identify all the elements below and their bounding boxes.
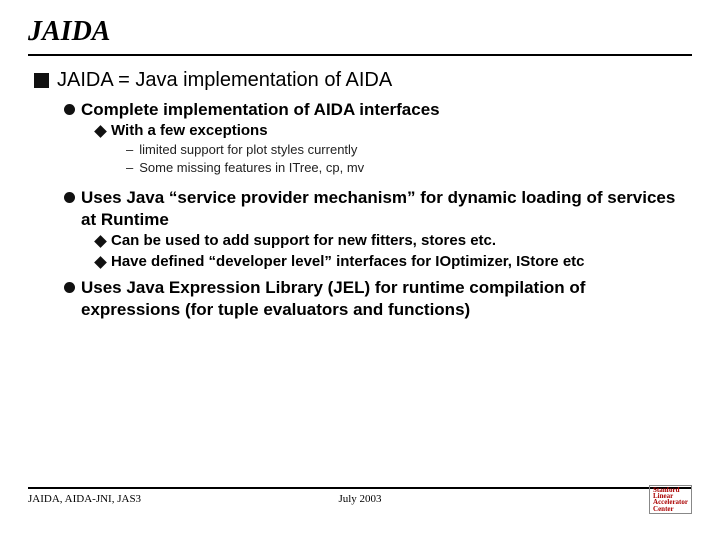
footer-row: JAIDA, AIDA-JNI, JAS3 July 2003 Stanford… [28, 493, 692, 522]
bullet-text: Can be used to add support for new fitte… [111, 232, 496, 251]
diamond-bullet-icon [94, 125, 107, 138]
bullet-level-2: Complete implementation of AIDA interfac… [64, 99, 688, 120]
dash-bullet-icon: – [126, 141, 133, 159]
disc-bullet-icon [64, 192, 75, 203]
diamond-bullet-icon [94, 256, 107, 269]
bullet-level-2: Uses Java “service provider mechanism” f… [64, 187, 688, 230]
bullet-level-3: With a few exceptions [96, 122, 688, 141]
bullet-text: limited support for plot styles currentl… [139, 141, 357, 159]
footer-center: July 2003 [28, 493, 692, 505]
slide-title: JAIDA [28, 14, 692, 54]
bullet-text: Complete implementation of AIDA interfac… [81, 99, 440, 120]
bullet-text: Uses Java “service provider mechanism” f… [81, 187, 688, 230]
diamond-bullet-icon [94, 235, 107, 248]
slide: JAIDA JAIDA = Java implementation of AID… [0, 0, 720, 540]
dash-bullet-icon: – [126, 159, 133, 177]
slac-logo: Stanford Linear Accelerator Center [649, 485, 692, 514]
disc-bullet-icon [64, 282, 75, 293]
footer-rule [28, 487, 692, 489]
bullet-level-4: – limited support for plot styles curren… [126, 141, 688, 159]
square-bullet-icon [34, 73, 49, 88]
bullet-level-4: – Some missing features in ITree, cp, mv [126, 159, 688, 177]
bullet-level-3: Have defined “developer level” interface… [96, 253, 688, 272]
logo-line: Center [653, 506, 688, 512]
bullet-text: JAIDA = Java implementation of AIDA [57, 68, 392, 93]
footer-right: Stanford Linear Accelerator Center [649, 493, 692, 522]
bullet-level-3: Can be used to add support for new fitte… [96, 232, 688, 251]
bullet-text: Some missing features in ITree, cp, mv [139, 159, 364, 177]
bullet-text: Have defined “developer level” interface… [111, 253, 585, 272]
bullet-level-2: Uses Java Expression Library (JEL) for r… [64, 277, 688, 320]
bullet-level-1: JAIDA = Java implementation of AIDA [34, 68, 688, 93]
title-rule [28, 54, 692, 56]
disc-bullet-icon [64, 104, 75, 115]
slide-content: JAIDA = Java implementation of AIDA Comp… [28, 68, 692, 320]
bullet-text: With a few exceptions [111, 122, 268, 141]
slide-footer: JAIDA, AIDA-JNI, JAS3 July 2003 Stanford… [28, 487, 692, 522]
bullet-text: Uses Java Expression Library (JEL) for r… [81, 277, 688, 320]
